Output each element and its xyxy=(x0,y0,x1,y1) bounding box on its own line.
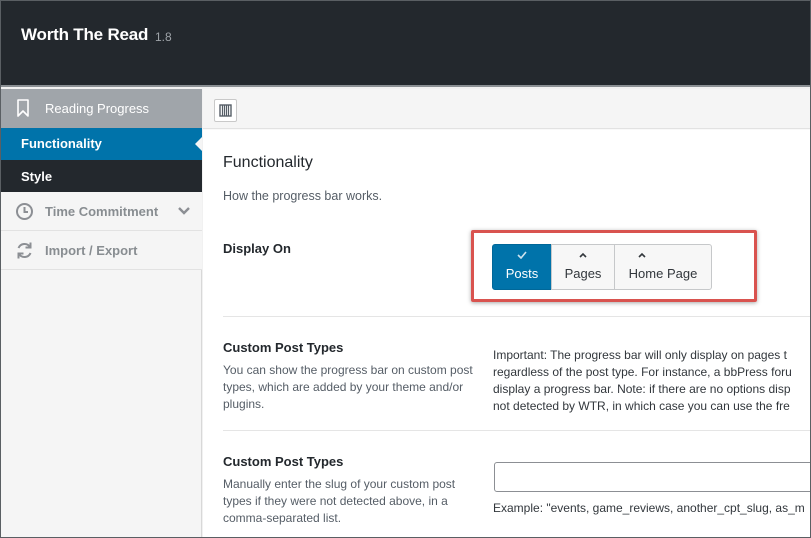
app-window: Worth The Read 1.8 Reading Progress Func… xyxy=(0,0,811,538)
note-line: display a progress bar. Note: if there a… xyxy=(493,382,791,396)
display-on-posts-button[interactable]: Posts xyxy=(492,244,552,290)
display-on-home-page-button[interactable]: Home Page xyxy=(614,244,712,290)
sidebar-item-functionality[interactable]: Functionality xyxy=(1,128,202,160)
sidebar-item-import-export[interactable]: Import / Export xyxy=(1,231,202,270)
sidebar-item-label: Functionality xyxy=(21,136,102,151)
sidebar-item-label: Reading Progress xyxy=(45,101,150,116)
chevron-down-icon[interactable] xyxy=(177,206,191,216)
display-on-label: Display On xyxy=(223,241,291,256)
button-label: Pages xyxy=(564,266,602,281)
app-title: Worth The Read xyxy=(21,25,149,44)
note-line: Important: The progress bar will only di… xyxy=(493,348,787,362)
main-panel: Functionality How the progress bar works… xyxy=(203,89,810,537)
active-indicator-arrow xyxy=(195,137,202,151)
settings-content: Functionality How the progress bar works… xyxy=(203,130,810,537)
note-line: not detected by WTR, in which case you c… xyxy=(493,399,790,413)
panel-toggle-icon xyxy=(219,104,232,117)
caret-up-icon xyxy=(579,252,587,258)
display-on-pages-button[interactable]: Pages xyxy=(551,244,615,290)
sidebar-item-style[interactable]: Style xyxy=(1,160,202,192)
button-label: Posts xyxy=(505,266,539,281)
display-on-button-group: Posts Pages Home Page xyxy=(492,244,712,290)
toolbar xyxy=(203,89,810,129)
note-line: regardless of the post type. For instanc… xyxy=(493,365,792,379)
checkmark-icon xyxy=(517,251,527,259)
custom-post-types-description: You can show the progress bar on custom … xyxy=(223,363,473,411)
section-title: Functionality xyxy=(223,154,313,171)
clock-icon xyxy=(16,203,33,220)
button-label: Home Page xyxy=(628,266,698,281)
slug-example-text: Example: "events, game_reviews, another_… xyxy=(493,501,805,515)
custom-post-types-manual-description: Manually enter the slug of your custom p… xyxy=(223,477,456,525)
refresh-icon xyxy=(17,242,32,259)
divider xyxy=(223,430,810,431)
app-version: 1.8 xyxy=(155,30,172,44)
sidebar-item-label: Import / Export xyxy=(45,243,138,258)
sidebar-item-label: Style xyxy=(21,169,53,184)
custom-post-types-manual-label: Custom Post Types xyxy=(223,454,344,469)
bookmark-icon xyxy=(17,99,29,117)
section-description: How the progress bar works. xyxy=(223,189,383,203)
sidebar-item-reading-progress[interactable]: Reading Progress xyxy=(1,89,202,128)
sidebar-item-label: Time Commitment xyxy=(45,204,159,219)
app-header: Worth The Read 1.8 xyxy=(1,1,810,87)
sidebar: Reading Progress Functionality Style Tim… xyxy=(1,89,202,537)
sidebar-item-time-commitment[interactable]: Time Commitment xyxy=(1,192,202,231)
divider xyxy=(223,316,810,317)
custom-post-types-slug-input[interactable] xyxy=(494,462,810,492)
custom-post-types-label: Custom Post Types xyxy=(223,340,344,355)
caret-up-icon xyxy=(638,252,646,258)
sidebar-toggle-button[interactable] xyxy=(214,99,237,122)
custom-post-types-note: Important: The progress bar will only di… xyxy=(493,347,810,415)
